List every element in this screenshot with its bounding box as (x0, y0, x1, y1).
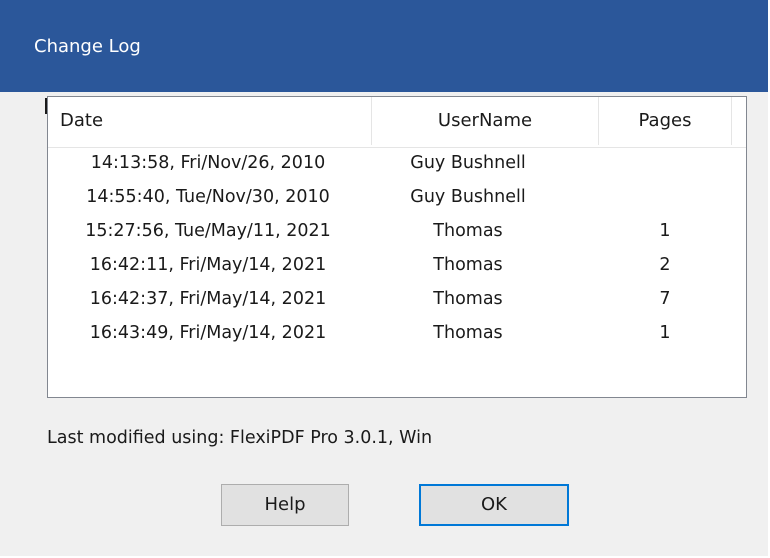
username-cell: Thomas (433, 255, 503, 275)
username-cell: Thomas (433, 221, 503, 241)
table-row[interactable]: 16:42:11, Fri/May/14, 2021 Thomas 2 (48, 248, 746, 282)
pages-cell: 7 (659, 289, 671, 309)
last-modified-label: Last modified using: FlexiPDF Pro 3.0.1,… (47, 428, 433, 448)
date-cell: 14:55:40, Tue/Nov/30, 2010 (86, 187, 330, 207)
pages-cell: 1 (659, 323, 671, 343)
change-log-list[interactable]: Date UserName Pages 14:13:58, Fri/Nov/26… (47, 96, 747, 398)
table-row[interactable]: 16:43:49, Fri/May/14, 2021 Thomas 1 (48, 316, 746, 350)
help-button[interactable]: Help (221, 484, 349, 526)
column-divider[interactable] (731, 97, 732, 145)
list-header: Date UserName Pages (48, 97, 746, 148)
pages-cell: 2 (659, 255, 671, 275)
pages-cell: 1 (659, 221, 671, 241)
column-header-pages[interactable]: Pages (599, 97, 731, 145)
date-cell: 16:42:37, Fri/May/14, 2021 (89, 289, 327, 309)
username-cell: Guy Bushnell (410, 153, 526, 173)
column-header-username[interactable]: UserName (372, 97, 598, 145)
ok-button[interactable]: OK (419, 484, 569, 526)
change-log-dialog: Change Log Date UserName Pages 14:13:58,… (0, 0, 770, 558)
column-header-date[interactable]: Date (60, 97, 370, 145)
username-cell: Thomas (433, 289, 503, 309)
table-row[interactable]: 15:27:56, Tue/May/11, 2021 Thomas 1 (48, 214, 746, 248)
username-cell: Guy Bushnell (410, 187, 526, 207)
username-cell: Thomas (433, 323, 503, 343)
date-cell: 14:13:58, Fri/Nov/26, 2010 (90, 153, 326, 173)
date-cell: 15:27:56, Tue/May/11, 2021 (85, 221, 331, 241)
date-cell: 16:43:49, Fri/May/14, 2021 (89, 323, 327, 343)
title-bar[interactable]: Change Log (0, 0, 768, 92)
table-row[interactable]: 16:42:37, Fri/May/14, 2021 Thomas 7 (48, 282, 746, 316)
table-row[interactable]: 14:13:58, Fri/Nov/26, 2010 Guy Bushnell (48, 146, 746, 180)
table-row[interactable]: 14:55:40, Tue/Nov/30, 2010 Guy Bushnell (48, 180, 746, 214)
date-cell: 16:42:11, Fri/May/14, 2021 (89, 255, 327, 275)
dialog-title: Change Log (34, 36, 141, 57)
